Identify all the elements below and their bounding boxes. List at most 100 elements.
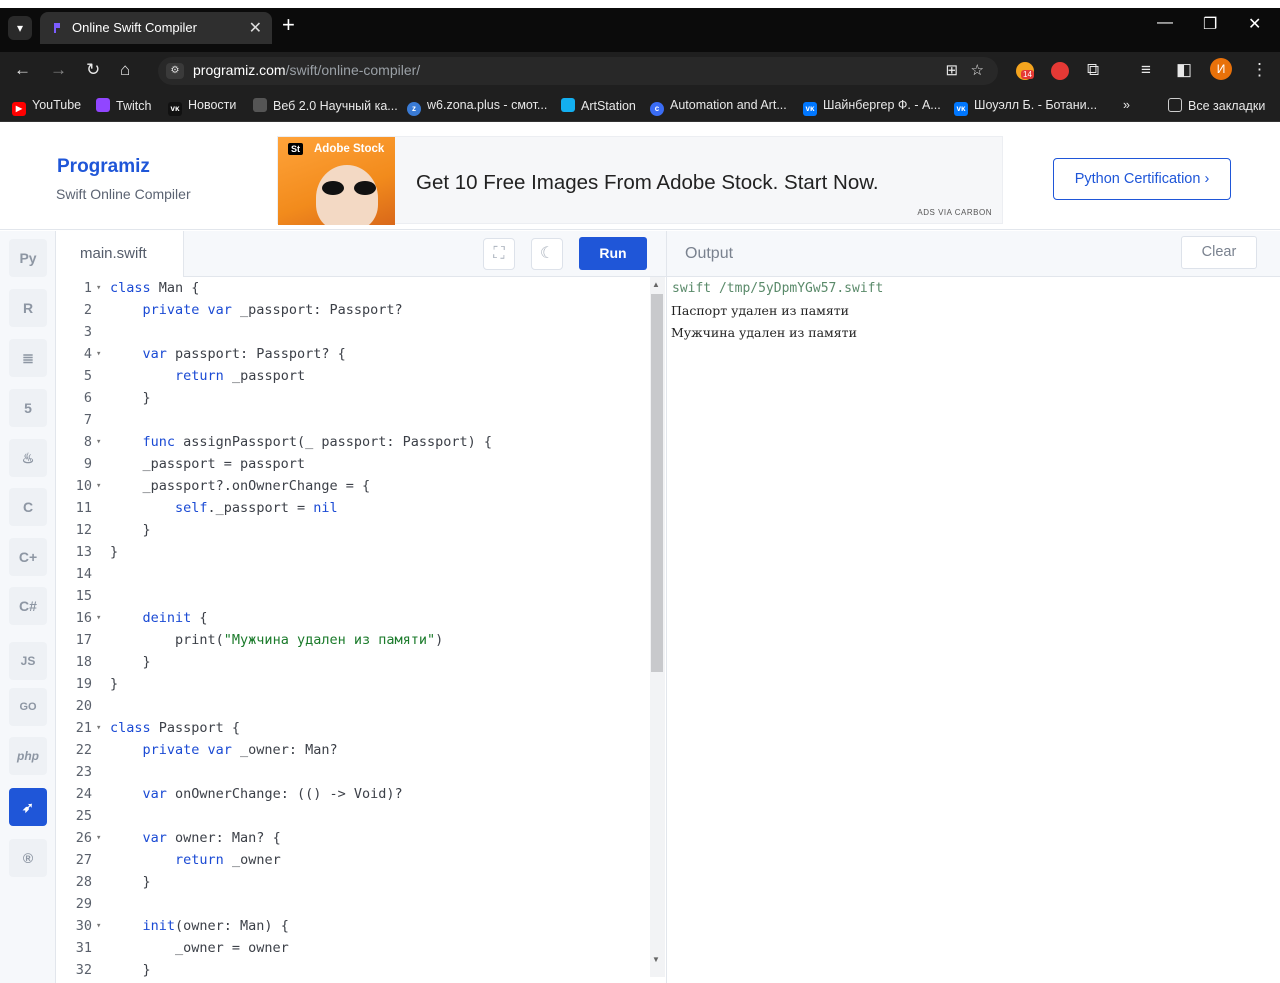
- new-tab-button[interactable]: +: [282, 12, 295, 38]
- fold-arrow-icon[interactable]: ▾: [96, 827, 101, 849]
- line-number: 3: [83, 324, 92, 340]
- file-tab[interactable]: main.swift: [56, 231, 184, 277]
- sql-icon[interactable]: ≣: [9, 339, 47, 377]
- output-toolbar: Output Clear: [667, 231, 1280, 277]
- line-number: 26: [75, 830, 92, 846]
- side-panel-icon[interactable]: ◧: [1176, 60, 1192, 80]
- code-text: var onOwnerChange: (() -> Void)?: [142, 786, 403, 802]
- site-info-icon[interactable]: ⚙: [166, 63, 184, 79]
- html-icon[interactable]: 5: [9, 389, 47, 427]
- language-sidebar: Py R ≣ 5 ♨ C C+ C# JS GO php ➶ ®: [0, 231, 56, 983]
- fold-arrow-icon[interactable]: ▾: [96, 475, 101, 497]
- scroll-down-icon[interactable]: ▼: [652, 955, 660, 964]
- fold-arrow-icon[interactable]: ▾: [96, 717, 101, 739]
- fold-arrow-icon[interactable]: ▾: [96, 343, 101, 365]
- line-number: 23: [75, 764, 92, 780]
- fold-arrow-icon[interactable]: ▾: [96, 431, 101, 453]
- code-text: _owner = owner: [110, 940, 289, 956]
- line-number: 13: [75, 544, 92, 560]
- code-text: deinit {: [142, 610, 208, 626]
- fullscreen-icon[interactable]: ⛶: [483, 238, 515, 270]
- line-number: 14: [75, 566, 92, 582]
- ad-via-label[interactable]: ADS VIA CARBON: [917, 208, 992, 217]
- bookmark-shainberger[interactable]: ᴠᴋ Шайнбергер Ф. - А...: [803, 98, 941, 116]
- code-editor[interactable]: 1 ▾ class Man {2 private var _passport: Pa…: [56, 277, 667, 983]
- code-text: }: [110, 654, 151, 670]
- back-icon[interactable]: ←: [14, 60, 31, 80]
- python-certification-button[interactable]: Python Certification ›: [1053, 158, 1231, 200]
- bookmark-label: Шайнбергер Ф. - А...: [823, 98, 941, 112]
- csharp-icon[interactable]: C#: [9, 587, 47, 625]
- url-host: programiz.com: [193, 62, 286, 78]
- adblock-icon[interactable]: [1051, 62, 1069, 80]
- swift-icon[interactable]: ➶: [9, 788, 47, 826]
- bookmarks-bar: ▶ YouTube Twitch ᴠᴋ Новости Веб 2.0 Научны…: [0, 90, 1280, 122]
- r-icon[interactable]: R: [9, 289, 47, 327]
- dark-mode-icon[interactable]: ☾: [531, 238, 563, 270]
- window-top-edge: [0, 0, 1280, 8]
- editor-scroll-thumb[interactable]: [651, 294, 663, 672]
- run-button[interactable]: Run: [579, 237, 647, 270]
- line-number: 30: [75, 918, 92, 934]
- reading-list-icon[interactable]: ≡: [1141, 60, 1151, 80]
- programiz-favicon-icon: [54, 23, 60, 33]
- cpp-icon[interactable]: C+: [9, 538, 47, 576]
- code-text: var passport: Passport? {: [142, 346, 346, 362]
- ad-banner[interactable]: St Adobe Stock Get 10 Free Images From A…: [277, 136, 1003, 225]
- bookmark-star-icon[interactable]: ☆: [971, 62, 984, 79]
- menu-kebab-icon[interactable]: ⋮: [1251, 60, 1268, 80]
- rust-icon[interactable]: ®: [9, 839, 47, 877]
- c-icon[interactable]: C: [9, 488, 47, 526]
- extensions-puzzle-icon[interactable]: ⧉: [1087, 60, 1099, 80]
- url-field[interactable]: ⚙ programiz.com/swift/online-compiler/ ⊞…: [158, 57, 998, 85]
- fold-arrow-icon[interactable]: ▾: [96, 277, 101, 299]
- bookmark-artstation[interactable]: ArtStation: [561, 98, 636, 113]
- restore-icon[interactable]: ❐: [1203, 14, 1217, 34]
- bookmark-label: YouTube: [32, 98, 82, 112]
- line-number: 15: [75, 588, 92, 604]
- code-text: _passport?.onOwnerChange = {: [110, 478, 371, 494]
- java-icon[interactable]: ♨: [9, 439, 47, 477]
- python-icon[interactable]: Py: [9, 239, 47, 277]
- code-text: print("Мужчина удален из памяти"): [110, 632, 444, 648]
- omni-actions: ⊞ ☆: [945, 61, 984, 79]
- home-icon[interactable]: ⌂: [120, 60, 130, 80]
- bookmark-news[interactable]: ᴠᴋ Новости: [168, 98, 236, 116]
- tab-close-icon[interactable]: ✕: [249, 18, 262, 38]
- clear-button[interactable]: Clear: [1181, 236, 1257, 269]
- url-text: programiz.com/swift/online-compiler/: [193, 62, 420, 78]
- reload-icon[interactable]: ↻: [86, 60, 100, 80]
- tab-search-button[interactable]: ▾: [8, 16, 32, 40]
- browser-tab[interactable]: Online Swift Compiler ✕: [40, 12, 272, 44]
- bookmark-showell[interactable]: ᴠᴋ Шоуэлл Б. - Ботани...: [954, 98, 1097, 116]
- profile-avatar[interactable]: И: [1210, 58, 1232, 80]
- code-text: }: [110, 962, 151, 978]
- bookmark-label: Веб 2.0 Научный ка...: [273, 99, 398, 113]
- minimize-icon[interactable]: —: [1157, 14, 1173, 32]
- programiz-logo[interactable]: Programiz: [57, 156, 150, 178]
- bookmark-twitch[interactable]: Twitch: [96, 98, 151, 113]
- forward-icon[interactable]: →: [50, 60, 67, 80]
- fold-arrow-icon[interactable]: ▾: [96, 915, 101, 937]
- ad-text: Get 10 Free Images From Adobe Stock. Sta…: [416, 171, 879, 194]
- bookmarks-overflow-icon[interactable]: »: [1123, 98, 1130, 112]
- artstation-icon: [561, 98, 575, 112]
- close-window-icon[interactable]: ✕: [1248, 14, 1261, 34]
- line-number: 21: [75, 720, 92, 736]
- bookmark-zona[interactable]: z w6.zona.plus - смот...: [407, 98, 547, 116]
- go-icon[interactable]: GO: [9, 688, 47, 726]
- ad-image: St Adobe Stock: [278, 137, 395, 225]
- bookmark-calc[interactable]: Веб 2.0 Научный ка...: [253, 98, 398, 113]
- fold-arrow-icon[interactable]: ▾: [96, 607, 101, 629]
- bookmark-youtube[interactable]: ▶ YouTube: [12, 98, 81, 116]
- output-panel: swift /tmp/5yDpmYGw57.swift Паспорт удал…: [667, 277, 1280, 983]
- line-number: 8: [83, 434, 92, 450]
- bookmark-label: Twitch: [116, 99, 152, 113]
- js-icon[interactable]: JS: [9, 642, 47, 680]
- bookmark-automation[interactable]: c Automation and Art...: [650, 98, 787, 116]
- php-icon[interactable]: php: [9, 737, 47, 775]
- scroll-up-icon[interactable]: ▲: [652, 280, 660, 289]
- all-bookmarks[interactable]: Все закладки: [1168, 98, 1265, 113]
- translate-icon[interactable]: ⊞: [945, 62, 958, 79]
- code-text: func assignPassport(_ passport: Passport…: [142, 434, 493, 450]
